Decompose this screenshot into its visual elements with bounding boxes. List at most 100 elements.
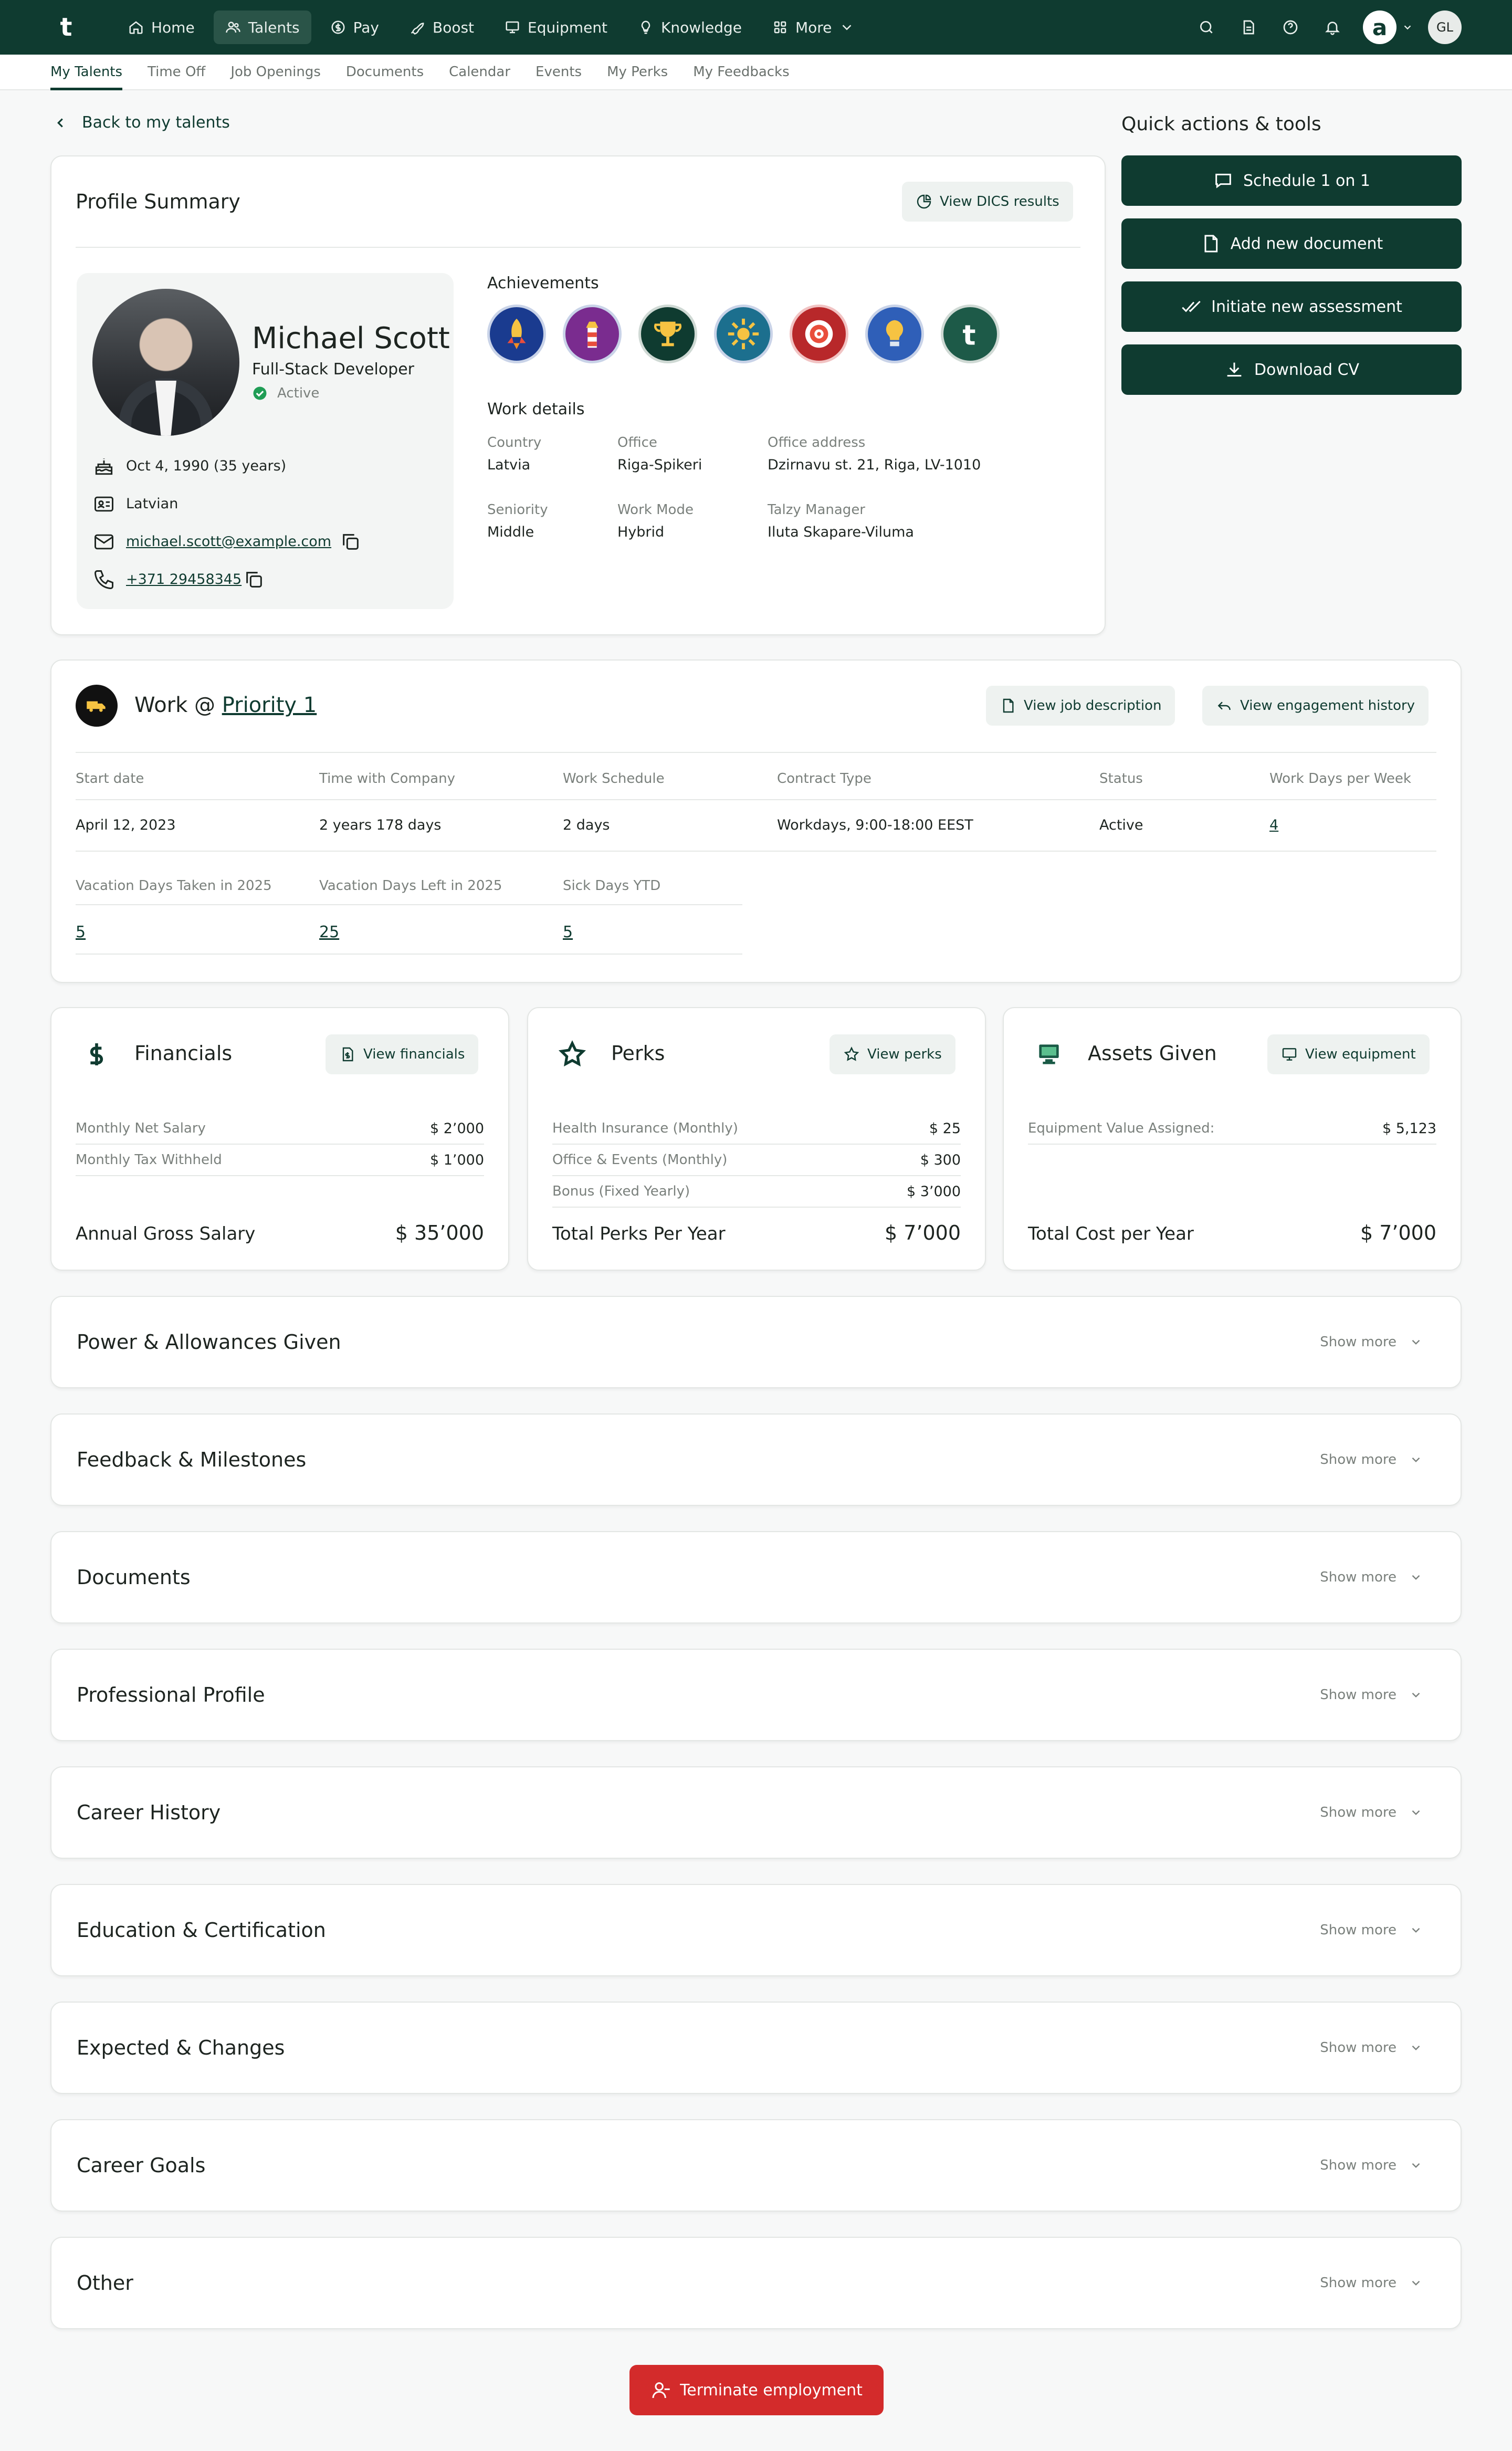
- add-new-document-button[interactable]: Add new document: [1121, 218, 1462, 269]
- section-card[interactable]: Professional Profile Show more: [50, 1649, 1462, 1741]
- show-more-toggle[interactable]: Show more: [1320, 2003, 1423, 2093]
- section-title: Professional Profile: [77, 1683, 265, 1706]
- work-value-sick-days-link[interactable]: 5: [563, 923, 573, 941]
- target-icon: [805, 320, 833, 348]
- view-job-description-button[interactable]: View job description: [986, 686, 1175, 726]
- view-equipment-button[interactable]: View equipment: [1267, 1034, 1430, 1074]
- achievement-target-badge[interactable]: [790, 305, 848, 363]
- truck-icon: [87, 701, 106, 712]
- monitor-icon: [1034, 1040, 1064, 1069]
- financials-title: Financials: [134, 1042, 233, 1065]
- nav-item-pay[interactable]: Pay: [319, 11, 391, 44]
- chevron-down-icon: [1412, 1339, 1420, 1345]
- tab-my-feedbacks[interactable]: My Feedbacks: [693, 55, 789, 89]
- show-more-toggle[interactable]: Show more: [1320, 1767, 1423, 1858]
- financial-row-value: $ 2’000: [429, 1120, 484, 1137]
- schedule-one-on-one-button[interactable]: Schedule 1 on 1: [1121, 155, 1462, 206]
- section-card[interactable]: Feedback & Milestones Show more: [50, 1413, 1462, 1506]
- perks-title: Perks: [611, 1042, 665, 1065]
- initiate-assessment-button[interactable]: Initiate new assessment: [1121, 281, 1462, 332]
- chevron-down-icon: [1412, 1575, 1420, 1580]
- achievement-sun-badge[interactable]: [714, 305, 773, 363]
- divider: [76, 851, 1436, 852]
- achievement-trophy-badge[interactable]: [638, 305, 697, 363]
- tab-events[interactable]: Events: [536, 55, 582, 89]
- profile-email-link[interactable]: michael.scott@example.com: [126, 533, 331, 550]
- profile-phone-link[interactable]: +371 29458345: [126, 571, 242, 588]
- check-circle-icon: [253, 386, 267, 400]
- nav-item-boost[interactable]: Boost: [398, 11, 486, 44]
- show-more-toggle[interactable]: Show more: [1320, 1415, 1423, 1505]
- section-card[interactable]: Power & Allowances Given Show more: [50, 1296, 1462, 1388]
- detail-value-country: Latvia: [487, 457, 531, 473]
- financials-total-value: $ 35’000: [395, 1221, 484, 1244]
- show-more-toggle[interactable]: Show more: [1320, 2120, 1423, 2211]
- profile-nationality: Latvian: [126, 496, 178, 512]
- copy-email-button[interactable]: [340, 531, 361, 552]
- download-cv-button[interactable]: Download CV: [1121, 344, 1462, 395]
- user-avatar[interactable]: GL: [1428, 11, 1462, 44]
- work-header-sick-days: Sick Days YTD: [563, 878, 661, 894]
- section-card[interactable]: Career History Show more: [50, 1766, 1462, 1859]
- chevron-down-icon[interactable]: [1402, 22, 1413, 33]
- show-more-toggle[interactable]: Show more: [1320, 1650, 1423, 1740]
- work-value-vacation-left-link[interactable]: 25: [319, 923, 339, 941]
- app-logo[interactable]: t: [50, 12, 82, 43]
- view-engagement-history-button[interactable]: View engagement history: [1202, 686, 1429, 726]
- achievement-rocket-badge[interactable]: [487, 305, 546, 363]
- main-nav: Home Talents Pay Boost Equipment Knowled…: [117, 11, 866, 44]
- view-perks-button[interactable]: View perks: [830, 1034, 956, 1074]
- nav-item-talents[interactable]: Talents: [213, 11, 311, 44]
- notifications-button[interactable]: [1321, 16, 1344, 39]
- company-link[interactable]: Priority 1: [222, 693, 317, 717]
- work-header-work-days: Work Days per Week: [1269, 771, 1411, 787]
- section-title: Career History: [77, 1801, 221, 1824]
- tab-documents[interactable]: Documents: [346, 55, 424, 89]
- show-more-toggle[interactable]: Show more: [1320, 1532, 1423, 1622]
- users-icon: [225, 22, 240, 33]
- search-button[interactable]: [1195, 16, 1218, 39]
- section-card[interactable]: Documents Show more: [50, 1531, 1462, 1623]
- achievement-talzy-badge[interactable]: t: [941, 305, 1000, 363]
- work-header-time-with-company: Time with Company: [319, 771, 456, 787]
- section-card[interactable]: Expected & Changes Show more: [50, 2002, 1462, 2094]
- work-value-vacation-taken-link[interactable]: 5: [76, 923, 86, 941]
- back-link[interactable]: Back to my talents: [52, 113, 230, 132]
- nav-item-more[interactable]: More: [761, 11, 866, 44]
- work-value-status: Active: [1099, 817, 1143, 833]
- nav-item-equipment[interactable]: Equipment: [493, 11, 619, 44]
- chevron-down-icon: [1412, 1810, 1420, 1815]
- chevron-down-icon: [1412, 1928, 1420, 1933]
- tab-time-off[interactable]: Time Off: [148, 55, 205, 89]
- show-more-toggle[interactable]: Show more: [1320, 1297, 1423, 1387]
- work-value-work-days-link[interactable]: 4: [1269, 817, 1278, 833]
- achievement-bulb-badge[interactable]: [865, 305, 924, 363]
- view-financials-button[interactable]: View financials: [326, 1034, 479, 1074]
- documents-button[interactable]: [1237, 16, 1260, 39]
- chevron-left-icon: [57, 118, 63, 128]
- nav-item-knowledge[interactable]: Knowledge: [626, 11, 753, 44]
- assets-row-value: $ 5,123: [1382, 1120, 1436, 1137]
- tab-my-perks[interactable]: My Perks: [607, 55, 668, 89]
- divider: [76, 247, 1080, 248]
- tab-my-talents[interactable]: My Talents: [50, 55, 123, 90]
- company-switcher-avatar[interactable]: a: [1363, 11, 1396, 44]
- financials-total-label: Annual Gross Salary: [76, 1223, 256, 1244]
- show-more-toggle[interactable]: Show more: [1320, 2238, 1423, 2328]
- section-card[interactable]: Education & Certification Show more: [50, 1884, 1462, 1976]
- nav-item-home[interactable]: Home: [117, 11, 206, 44]
- copy-phone-button[interactable]: [244, 569, 265, 590]
- tab-calendar[interactable]: Calendar: [449, 55, 510, 89]
- achievement-lighthouse-badge[interactable]: [563, 305, 622, 363]
- lighthouse-icon: [586, 321, 598, 348]
- terminate-employment-button[interactable]: Terminate employment: [629, 2365, 884, 2415]
- help-button[interactable]: [1279, 16, 1302, 39]
- view-dics-results-button[interactable]: View DICS results: [902, 182, 1073, 222]
- company-logo: [76, 685, 118, 727]
- section-card[interactable]: Other Show more: [50, 2237, 1462, 2329]
- show-more-label: Show more: [1320, 1569, 1396, 1585]
- work-header-contract-type: Contract Type: [777, 771, 872, 787]
- show-more-toggle[interactable]: Show more: [1320, 1885, 1423, 1975]
- section-card[interactable]: Career Goals Show more: [50, 2119, 1462, 2212]
- tab-job-openings[interactable]: Job Openings: [230, 55, 321, 89]
